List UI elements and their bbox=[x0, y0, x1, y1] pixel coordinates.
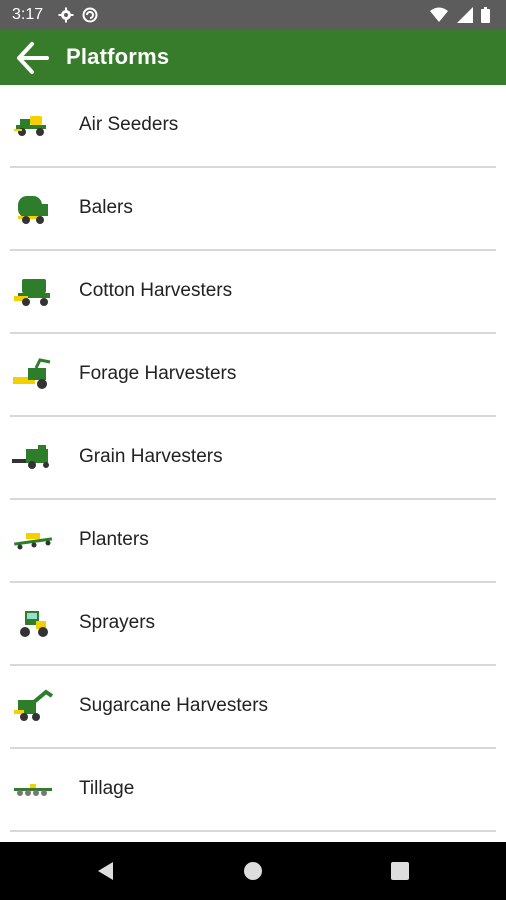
battery-icon bbox=[481, 7, 490, 23]
list-item-label: Sugarcane Harvesters bbox=[79, 695, 269, 716]
gear-icon bbox=[58, 7, 74, 23]
list-item-grain-harvesters[interactable]: Grain Harvesters bbox=[10, 417, 496, 500]
list-item-label: Sprayers bbox=[79, 612, 156, 633]
list-item-label: Air Seeders bbox=[79, 114, 179, 135]
status-time: 3:17 bbox=[12, 6, 44, 23]
list-item-balers[interactable]: Balers bbox=[10, 168, 496, 251]
navigation-bar bbox=[0, 842, 506, 900]
list-item-label: Cotton Harvesters bbox=[79, 280, 233, 301]
forage-harvester-icon bbox=[13, 358, 51, 389]
list-item-forage-harvesters[interactable]: Forage Harvesters bbox=[10, 334, 496, 417]
list-item-sprayers[interactable]: Sprayers bbox=[10, 583, 496, 666]
status-bar: 3:17 bbox=[0, 0, 506, 30]
list-item-label: Forage Harvesters bbox=[79, 363, 237, 384]
list-item-label: Planters bbox=[79, 529, 149, 550]
platform-list: Air Seeders Balers Cotton Harvesters For… bbox=[0, 85, 506, 832]
page-title: Platforms bbox=[66, 44, 170, 69]
list-item-planters[interactable]: Planters bbox=[10, 500, 496, 583]
back-button[interactable] bbox=[14, 39, 52, 77]
list-item-air-seeders[interactable]: Air Seeders bbox=[10, 85, 496, 168]
grain-harvester-icon bbox=[12, 445, 49, 469]
sugarcane-harvester-icon bbox=[14, 689, 54, 721]
list-item-label: Balers bbox=[79, 197, 133, 218]
list-item-tillage[interactable]: Tillage bbox=[10, 749, 496, 832]
nav-recents-icon[interactable] bbox=[388, 859, 412, 883]
nav-back-icon[interactable] bbox=[94, 859, 118, 883]
signal-icon bbox=[456, 7, 473, 23]
planter-icon bbox=[14, 533, 53, 550]
app-bar: Platforms bbox=[0, 30, 506, 85]
list-item-cotton-harvesters[interactable]: Cotton Harvesters bbox=[10, 251, 496, 334]
nav-home-icon[interactable] bbox=[241, 859, 265, 883]
list-item-label: Tillage bbox=[79, 778, 135, 799]
sync-icon bbox=[82, 7, 98, 23]
arrow-left-icon bbox=[17, 42, 49, 74]
status-left-icons bbox=[58, 7, 102, 25]
list-item-label: Grain Harvesters bbox=[79, 446, 223, 467]
baler-icon bbox=[18, 196, 48, 224]
sprayer-icon bbox=[20, 611, 48, 637]
cotton-harvester-icon bbox=[14, 279, 50, 306]
wifi-icon bbox=[430, 7, 449, 22]
air-seeder-icon bbox=[14, 116, 46, 136]
list-item-sugarcane-harvesters[interactable]: Sugarcane Harvesters bbox=[10, 666, 496, 749]
status-right-icons bbox=[430, 7, 494, 25]
tillage-icon bbox=[14, 784, 52, 796]
